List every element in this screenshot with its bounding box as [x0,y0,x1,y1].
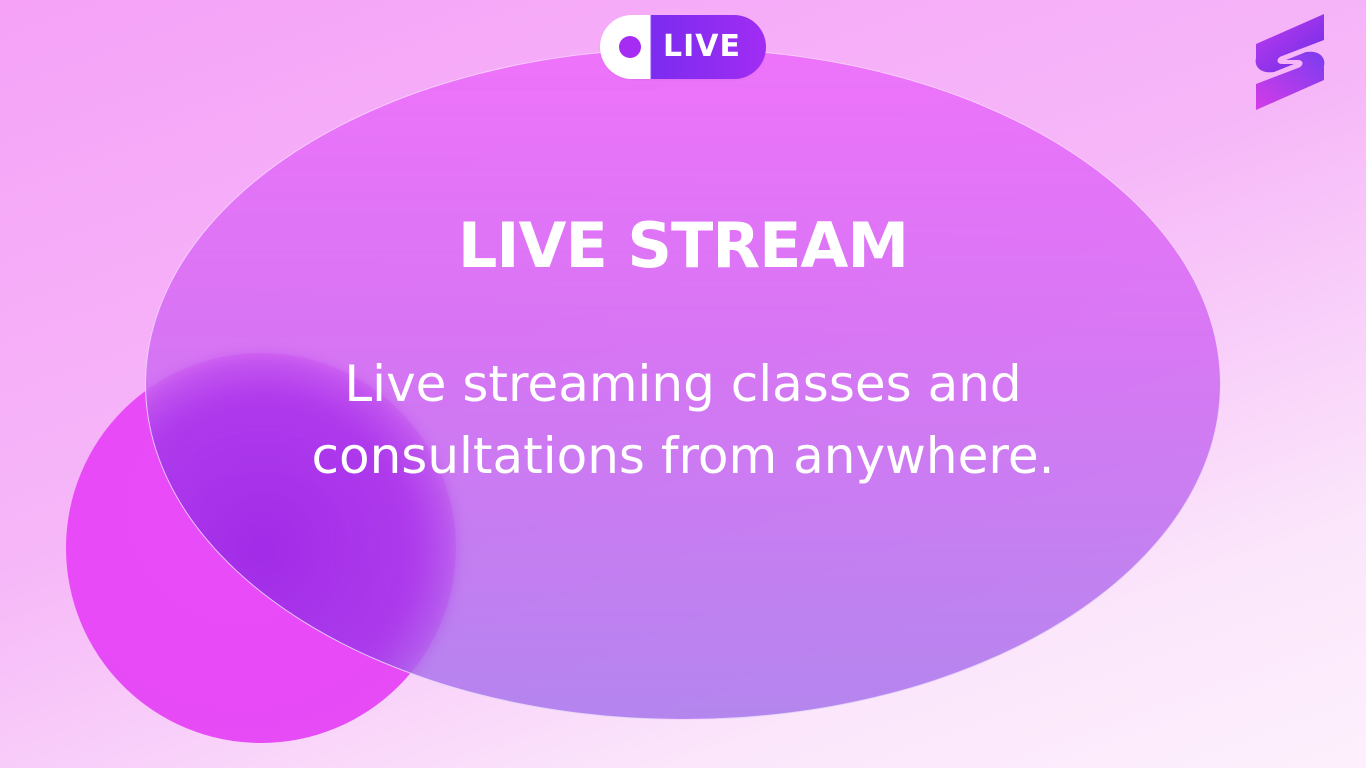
slide: LIVE STREAM Live streaming classes and c… [0,0,1366,768]
brand-s-logo-icon [1255,14,1325,110]
record-dot-icon [619,36,641,58]
slide-title: LIVE STREAM [457,209,909,282]
live-badge-label: LIVE [663,29,741,64]
live-badge: LIVE [600,15,766,79]
slide-subtitle: Live streaming classes and consultations… [311,355,1055,485]
